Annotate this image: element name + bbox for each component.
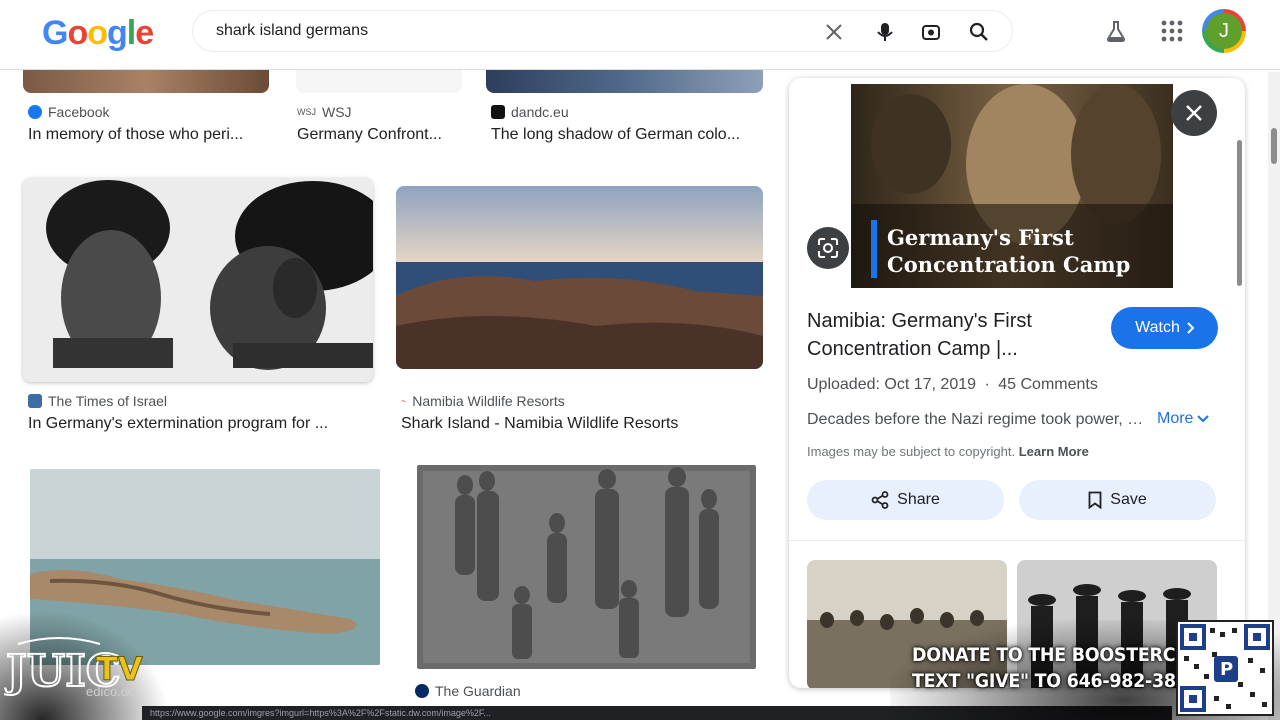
learn-more-link[interactable]: Learn More (1019, 444, 1089, 459)
preview-description: Decades before the Nazi regime took powe… (807, 411, 1152, 428)
result-thumb-guardian[interactable] (417, 465, 756, 669)
video-overlay-title: Germany's First Concentration Camp (887, 225, 1131, 277)
result-thumb-times-of-israel[interactable] (23, 178, 373, 382)
labs-flask-icon[interactable] (1103, 18, 1129, 44)
result-source[interactable]: The Guardian (415, 683, 521, 699)
search-icon[interactable] (967, 20, 991, 44)
google-logo[interactable]: Google (42, 14, 154, 53)
bookmark-icon (1088, 491, 1102, 509)
nwr-icon: ~ (401, 396, 407, 406)
result-title[interactable]: Shark Island - Namibia Wildlife Resorts (401, 415, 731, 433)
result-title[interactable]: The long shadow of German colo... (491, 126, 761, 144)
search-input[interactable]: shark island germans (216, 22, 368, 40)
search-box[interactable]: shark island germans (192, 10, 1013, 52)
preview-title[interactable]: Namibia: Germany's First Concentration C… (807, 307, 1087, 363)
close-icon (1186, 105, 1202, 121)
result-thumb-shark-island[interactable] (396, 186, 763, 369)
share-icon (871, 491, 889, 509)
visual-search-button[interactable] (807, 227, 849, 269)
account-avatar[interactable]: J (1202, 9, 1246, 53)
lens-icon[interactable] (919, 20, 943, 44)
qr-pattern: P (1180, 624, 1270, 712)
result-source[interactable]: ~ Namibia Wildlife Resorts (401, 393, 565, 409)
microphone-icon[interactable] (873, 20, 897, 44)
panel-divider (789, 540, 1245, 541)
page-scrollbar-thumb[interactable] (1271, 128, 1277, 164)
svg-text:TV: TV (96, 650, 143, 688)
chevron-down-icon (1197, 415, 1210, 423)
result-title[interactable]: Germany Confront... (297, 126, 457, 144)
result-source[interactable]: Facebook (28, 104, 109, 120)
preview-video-thumbnail[interactable]: Germany's First Concentration Camp (851, 84, 1173, 288)
chevron-right-icon (1187, 322, 1194, 334)
watch-button[interactable]: Watch (1111, 307, 1218, 349)
image-preview-panel: Germany's First Concentration Camp Namib… (789, 78, 1245, 688)
result-source[interactable]: dandc.eu (491, 104, 569, 120)
facebook-icon (28, 105, 42, 119)
dandc-icon (491, 105, 505, 119)
result-title[interactable]: In memory of those who peri... (28, 126, 268, 144)
memorial-relief-photo (417, 465, 756, 669)
times-of-israel-icon (28, 394, 42, 408)
coast-photo (396, 186, 763, 369)
panel-scrollbar-thumb[interactable] (1237, 140, 1242, 286)
result-source[interactable]: WSJ WSJ (297, 104, 352, 120)
close-button[interactable] (1171, 90, 1217, 136)
share-button[interactable]: Share (807, 480, 1004, 520)
portrait-photo (23, 178, 373, 382)
svg-text:P: P (1220, 659, 1233, 680)
title-accent-bar (871, 220, 877, 278)
panel-scrollbar[interactable] (1236, 84, 1244, 644)
result-title[interactable]: In Germany's extermination program for .… (28, 415, 358, 433)
copyright-notice: Images may be subject to copyright. Lear… (807, 444, 1089, 459)
more-button[interactable]: More (1157, 410, 1210, 428)
qr-code: P (1176, 620, 1274, 716)
wsj-icon: WSJ (297, 107, 316, 117)
search-header: Google shark island germans J (0, 0, 1280, 70)
donate-banner: DONATE TO THE BOOSTERCLUB TEXT "GIVE" TO… (912, 644, 1213, 692)
save-button[interactable]: Save (1019, 480, 1216, 520)
guardian-icon (415, 684, 429, 698)
apps-grid-icon[interactable] (1159, 18, 1185, 44)
lens-icon (818, 238, 838, 258)
upload-info: Uploaded: Oct 17, 2019 · 45 Comments (807, 376, 1098, 393)
result-source[interactable]: The Times of Israel (28, 393, 167, 409)
clear-icon[interactable] (822, 20, 846, 44)
source-edico[interactable]: edico.de (86, 684, 135, 699)
